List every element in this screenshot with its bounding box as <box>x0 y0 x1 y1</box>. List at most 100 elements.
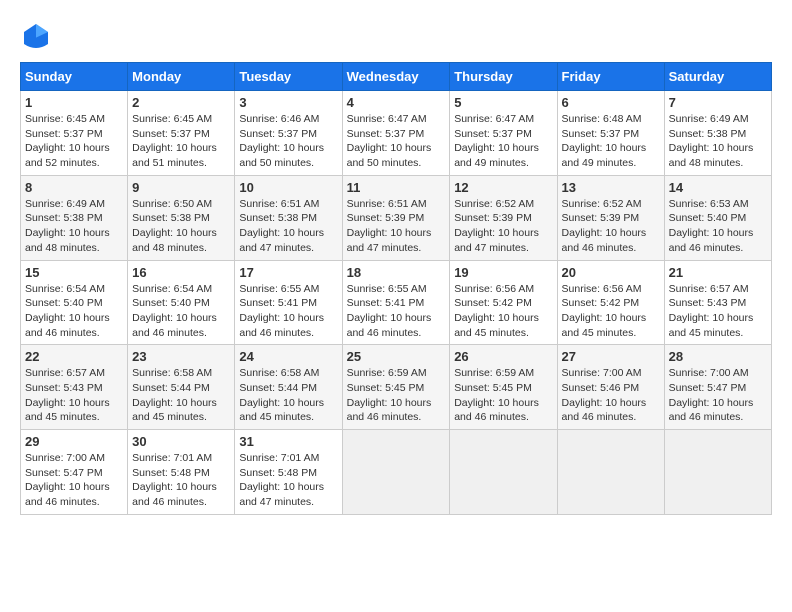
page-header <box>20 20 772 52</box>
day-number: 11 <box>347 180 446 195</box>
day-info: Sunrise: 6:59 AM Sunset: 5:45 PM Dayligh… <box>454 367 539 423</box>
calendar-cell: 11 Sunrise: 6:51 AM Sunset: 5:39 PM Dayl… <box>342 175 450 260</box>
calendar-week-row: 8 Sunrise: 6:49 AM Sunset: 5:38 PM Dayli… <box>21 175 772 260</box>
day-number: 2 <box>132 95 230 110</box>
day-number: 10 <box>239 180 337 195</box>
logo-icon <box>20 20 52 52</box>
day-info: Sunrise: 6:59 AM Sunset: 5:45 PM Dayligh… <box>347 367 432 423</box>
day-info: Sunrise: 6:49 AM Sunset: 5:38 PM Dayligh… <box>25 198 110 254</box>
weekday-header-monday: Monday <box>128 63 235 91</box>
day-number: 26 <box>454 349 552 364</box>
day-info: Sunrise: 7:00 AM Sunset: 5:47 PM Dayligh… <box>25 452 110 508</box>
day-number: 7 <box>669 95 767 110</box>
calendar-cell: 27 Sunrise: 7:00 AM Sunset: 5:46 PM Dayl… <box>557 345 664 430</box>
calendar-cell: 3 Sunrise: 6:46 AM Sunset: 5:37 PM Dayli… <box>235 91 342 176</box>
calendar-week-row: 1 Sunrise: 6:45 AM Sunset: 5:37 PM Dayli… <box>21 91 772 176</box>
calendar-cell: 8 Sunrise: 6:49 AM Sunset: 5:38 PM Dayli… <box>21 175 128 260</box>
calendar-cell: 23 Sunrise: 6:58 AM Sunset: 5:44 PM Dayl… <box>128 345 235 430</box>
day-info: Sunrise: 6:57 AM Sunset: 5:43 PM Dayligh… <box>25 367 110 423</box>
weekday-header-tuesday: Tuesday <box>235 63 342 91</box>
day-number: 14 <box>669 180 767 195</box>
day-info: Sunrise: 6:58 AM Sunset: 5:44 PM Dayligh… <box>132 367 217 423</box>
day-number: 6 <box>562 95 660 110</box>
day-info: Sunrise: 6:56 AM Sunset: 5:42 PM Dayligh… <box>454 283 539 339</box>
calendar-cell: 28 Sunrise: 7:00 AM Sunset: 5:47 PM Dayl… <box>664 345 771 430</box>
day-info: Sunrise: 6:51 AM Sunset: 5:38 PM Dayligh… <box>239 198 324 254</box>
calendar-cell: 26 Sunrise: 6:59 AM Sunset: 5:45 PM Dayl… <box>450 345 557 430</box>
day-info: Sunrise: 6:57 AM Sunset: 5:43 PM Dayligh… <box>669 283 754 339</box>
day-number: 22 <box>25 349 123 364</box>
day-info: Sunrise: 6:49 AM Sunset: 5:38 PM Dayligh… <box>669 113 754 169</box>
calendar-cell: 6 Sunrise: 6:48 AM Sunset: 5:37 PM Dayli… <box>557 91 664 176</box>
calendar-cell: 19 Sunrise: 6:56 AM Sunset: 5:42 PM Dayl… <box>450 260 557 345</box>
day-number: 12 <box>454 180 552 195</box>
day-number: 20 <box>562 265 660 280</box>
calendar-cell: 9 Sunrise: 6:50 AM Sunset: 5:38 PM Dayli… <box>128 175 235 260</box>
calendar-cell: 4 Sunrise: 6:47 AM Sunset: 5:37 PM Dayli… <box>342 91 450 176</box>
day-number: 3 <box>239 95 337 110</box>
calendar-cell: 20 Sunrise: 6:56 AM Sunset: 5:42 PM Dayl… <box>557 260 664 345</box>
day-number: 29 <box>25 434 123 449</box>
day-number: 24 <box>239 349 337 364</box>
calendar-week-row: 22 Sunrise: 6:57 AM Sunset: 5:43 PM Dayl… <box>21 345 772 430</box>
calendar-cell: 12 Sunrise: 6:52 AM Sunset: 5:39 PM Dayl… <box>450 175 557 260</box>
calendar-cell: 13 Sunrise: 6:52 AM Sunset: 5:39 PM Dayl… <box>557 175 664 260</box>
day-info: Sunrise: 6:58 AM Sunset: 5:44 PM Dayligh… <box>239 367 324 423</box>
calendar-cell: 1 Sunrise: 6:45 AM Sunset: 5:37 PM Dayli… <box>21 91 128 176</box>
day-info: Sunrise: 6:56 AM Sunset: 5:42 PM Dayligh… <box>562 283 647 339</box>
day-number: 13 <box>562 180 660 195</box>
calendar-table: SundayMondayTuesdayWednesdayThursdayFrid… <box>20 62 772 515</box>
day-number: 15 <box>25 265 123 280</box>
day-number: 9 <box>132 180 230 195</box>
calendar-cell: 25 Sunrise: 6:59 AM Sunset: 5:45 PM Dayl… <box>342 345 450 430</box>
calendar-cell <box>342 430 450 515</box>
day-number: 23 <box>132 349 230 364</box>
calendar-cell: 21 Sunrise: 6:57 AM Sunset: 5:43 PM Dayl… <box>664 260 771 345</box>
calendar-cell: 15 Sunrise: 6:54 AM Sunset: 5:40 PM Dayl… <box>21 260 128 345</box>
day-number: 31 <box>239 434 337 449</box>
day-info: Sunrise: 6:52 AM Sunset: 5:39 PM Dayligh… <box>562 198 647 254</box>
logo <box>20 20 56 52</box>
calendar-cell <box>450 430 557 515</box>
day-number: 18 <box>347 265 446 280</box>
calendar-cell <box>557 430 664 515</box>
calendar-cell: 10 Sunrise: 6:51 AM Sunset: 5:38 PM Dayl… <box>235 175 342 260</box>
weekday-header-thursday: Thursday <box>450 63 557 91</box>
weekday-header-friday: Friday <box>557 63 664 91</box>
weekday-header-row: SundayMondayTuesdayWednesdayThursdayFrid… <box>21 63 772 91</box>
day-info: Sunrise: 6:52 AM Sunset: 5:39 PM Dayligh… <box>454 198 539 254</box>
day-info: Sunrise: 6:54 AM Sunset: 5:40 PM Dayligh… <box>132 283 217 339</box>
day-info: Sunrise: 6:45 AM Sunset: 5:37 PM Dayligh… <box>25 113 110 169</box>
day-info: Sunrise: 7:01 AM Sunset: 5:48 PM Dayligh… <box>132 452 217 508</box>
calendar-cell: 17 Sunrise: 6:55 AM Sunset: 5:41 PM Dayl… <box>235 260 342 345</box>
day-info: Sunrise: 6:48 AM Sunset: 5:37 PM Dayligh… <box>562 113 647 169</box>
calendar-cell: 2 Sunrise: 6:45 AM Sunset: 5:37 PM Dayli… <box>128 91 235 176</box>
day-number: 17 <box>239 265 337 280</box>
day-number: 4 <box>347 95 446 110</box>
day-info: Sunrise: 6:55 AM Sunset: 5:41 PM Dayligh… <box>239 283 324 339</box>
day-info: Sunrise: 6:45 AM Sunset: 5:37 PM Dayligh… <box>132 113 217 169</box>
day-info: Sunrise: 6:47 AM Sunset: 5:37 PM Dayligh… <box>454 113 539 169</box>
calendar-week-row: 15 Sunrise: 6:54 AM Sunset: 5:40 PM Dayl… <box>21 260 772 345</box>
day-info: Sunrise: 6:55 AM Sunset: 5:41 PM Dayligh… <box>347 283 432 339</box>
calendar-cell: 24 Sunrise: 6:58 AM Sunset: 5:44 PM Dayl… <box>235 345 342 430</box>
weekday-header-saturday: Saturday <box>664 63 771 91</box>
day-number: 30 <box>132 434 230 449</box>
calendar-cell: 5 Sunrise: 6:47 AM Sunset: 5:37 PM Dayli… <box>450 91 557 176</box>
day-info: Sunrise: 6:50 AM Sunset: 5:38 PM Dayligh… <box>132 198 217 254</box>
calendar-cell: 14 Sunrise: 6:53 AM Sunset: 5:40 PM Dayl… <box>664 175 771 260</box>
day-number: 8 <box>25 180 123 195</box>
day-number: 28 <box>669 349 767 364</box>
calendar-cell: 29 Sunrise: 7:00 AM Sunset: 5:47 PM Dayl… <box>21 430 128 515</box>
day-info: Sunrise: 7:00 AM Sunset: 5:47 PM Dayligh… <box>669 367 754 423</box>
day-number: 25 <box>347 349 446 364</box>
day-number: 1 <box>25 95 123 110</box>
day-info: Sunrise: 7:01 AM Sunset: 5:48 PM Dayligh… <box>239 452 324 508</box>
day-info: Sunrise: 6:46 AM Sunset: 5:37 PM Dayligh… <box>239 113 324 169</box>
day-number: 27 <box>562 349 660 364</box>
calendar-cell <box>664 430 771 515</box>
day-info: Sunrise: 6:54 AM Sunset: 5:40 PM Dayligh… <box>25 283 110 339</box>
calendar-cell: 22 Sunrise: 6:57 AM Sunset: 5:43 PM Dayl… <box>21 345 128 430</box>
calendar-cell: 31 Sunrise: 7:01 AM Sunset: 5:48 PM Dayl… <box>235 430 342 515</box>
day-info: Sunrise: 6:53 AM Sunset: 5:40 PM Dayligh… <box>669 198 754 254</box>
